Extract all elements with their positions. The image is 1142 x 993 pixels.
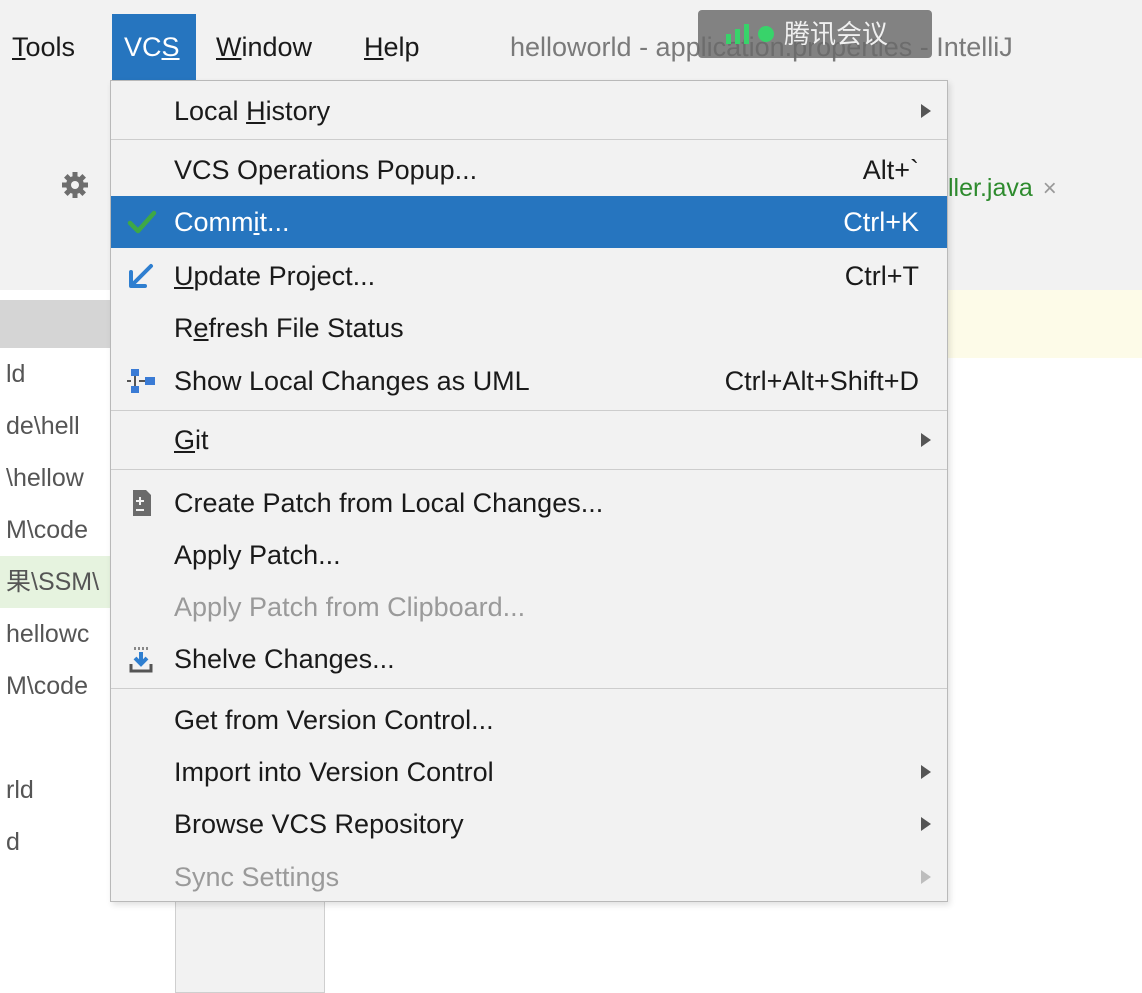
menu-item-shortcut: Ctrl+K — [843, 207, 919, 237]
menu-item-label: Commit... — [174, 196, 290, 248]
menu-item-show-local-changes-uml[interactable]: Show Local Changes as UML Ctrl+Alt+Shift… — [111, 355, 947, 407]
label-part: R — [174, 313, 194, 343]
submenu-arrow-icon — [921, 870, 931, 884]
menu-item-create-patch[interactable]: Create Patch from Local Changes... — [111, 477, 947, 529]
meeting-badge-label: 腾讯会议 — [784, 19, 889, 49]
label-mnemonic: H — [246, 96, 266, 126]
tree-row[interactable]: ld — [0, 348, 112, 400]
menu-item-sync-settings[interactable]: Sync Settings — [111, 851, 947, 903]
label-part: pdate Project... — [193, 261, 376, 291]
menu-bar: Tools VCS Window Help helloworld - appli… — [0, 0, 1142, 80]
menu-item-git[interactable]: Git — [111, 414, 947, 466]
menu-item-apply-patch-from-clipboard[interactable]: Apply Patch from Clipboard... — [111, 581, 947, 633]
menu-item-get-from-version-control[interactable]: Get from Version Control... — [111, 694, 947, 746]
tree-row[interactable]: M\code — [0, 660, 112, 712]
close-icon[interactable]: × — [1043, 175, 1057, 202]
menu-item-label: Sync Settings — [174, 862, 340, 892]
menu-separator — [111, 688, 947, 689]
tree-row[interactable]: d — [0, 816, 112, 868]
signal-bars-icon — [726, 24, 749, 44]
menu-item-local-history[interactable]: Local History — [111, 85, 947, 137]
gear-icon[interactable] — [60, 170, 90, 200]
menu-item-label: Local History — [174, 85, 330, 137]
menu-window-label-b: indow — [241, 32, 313, 62]
label-mnemonic: G — [174, 425, 196, 455]
menu-vcs-mnemonic: S — [161, 32, 180, 62]
update-arrow-icon — [125, 260, 159, 292]
label-mnemonic: U — [174, 261, 194, 291]
menu-help-label-b: elp — [383, 32, 420, 62]
menu-item-label: Git — [174, 414, 209, 466]
project-tree: ld de\hell \hellow M\code 果\SSM\ hellowc… — [0, 348, 112, 868]
shelve-icon — [125, 643, 159, 675]
menu-tools[interactable]: Tools — [0, 14, 87, 80]
editor-highlight-line — [948, 290, 1142, 358]
menu-item-label: Shelve Changes... — [174, 644, 395, 674]
project-panel-header — [0, 300, 112, 348]
menu-item-shortcut: Ctrl+T — [844, 261, 919, 291]
tool-window-panel — [175, 900, 325, 993]
menu-item-label: Browse VCS Repository — [174, 809, 464, 839]
editor-tab-label: ller.java — [948, 174, 1033, 202]
menu-item-label: Create Patch from Local Changes... — [174, 488, 604, 518]
menu-item-shelve-changes[interactable]: Shelve Changes... — [111, 633, 947, 685]
menu-item-label: Update Project... — [174, 250, 375, 302]
vcs-dropdown-menu: Local History VCS Operations Popup... Al… — [110, 80, 948, 902]
tree-row[interactable]: rld — [0, 764, 112, 816]
tree-row[interactable]: hellowc — [0, 608, 112, 660]
menu-item-label: VCS Operations Popup... — [174, 155, 478, 185]
menu-tools-mnemonic: T — [12, 32, 26, 62]
menu-separator — [111, 469, 947, 470]
menu-tools-label-b: ools — [25, 32, 76, 62]
menu-help[interactable]: Help — [352, 14, 432, 80]
tree-row[interactable] — [0, 712, 112, 764]
submenu-arrow-icon — [921, 433, 931, 447]
menu-item-refresh-file-status[interactable]: Refresh File Status — [111, 302, 947, 354]
menu-item-apply-patch[interactable]: Apply Patch... — [111, 529, 947, 581]
submenu-arrow-icon — [921, 765, 931, 779]
label-part: istory — [265, 96, 331, 126]
check-icon — [125, 206, 159, 238]
menu-item-label: Show Local Changes as UML — [174, 366, 530, 396]
menu-item-vcs-operations-popup[interactable]: VCS Operations Popup... Alt+` — [111, 144, 947, 196]
menu-separator — [111, 410, 947, 411]
menu-item-label: Refresh File Status — [174, 302, 404, 354]
menu-item-shortcut: Ctrl+Alt+Shift+D — [724, 366, 919, 396]
menu-item-label: Get from Version Control... — [174, 705, 494, 735]
menu-item-commit[interactable]: Commit... Ctrl+K — [111, 196, 947, 248]
label-part: it — [195, 425, 209, 455]
tree-row[interactable]: 果\SSM\ — [0, 556, 112, 608]
tree-row[interactable]: M\code — [0, 504, 112, 556]
menu-window[interactable]: Window — [204, 14, 324, 80]
meeting-badge[interactable]: 腾讯会议 — [698, 10, 932, 58]
menu-vcs[interactable]: VCS — [112, 14, 196, 80]
uml-diagram-icon — [125, 365, 159, 397]
editor-tab[interactable]: ller.java × — [948, 152, 1057, 224]
label-mnemonic: e — [193, 313, 209, 343]
menu-separator — [111, 139, 947, 140]
tree-row[interactable]: de\hell — [0, 400, 112, 452]
status-dot — [758, 26, 774, 42]
label-part: Comm — [174, 207, 254, 237]
menu-vcs-label-a: VC — [124, 32, 162, 62]
submenu-arrow-icon — [921, 104, 931, 118]
tree-row[interactable]: \hellow — [0, 452, 112, 504]
menu-item-import-into-version-control[interactable]: Import into Version Control — [111, 746, 947, 798]
label-part: Local — [174, 96, 247, 126]
menu-help-mnemonic: H — [364, 32, 384, 62]
menu-item-label: Apply Patch... — [174, 540, 341, 570]
menu-window-mnemonic: W — [216, 32, 242, 62]
menu-item-browse-vcs-repository[interactable]: Browse VCS Repository — [111, 798, 947, 850]
menu-item-label: Apply Patch from Clipboard... — [174, 592, 526, 622]
label-part: t... — [259, 207, 290, 237]
menu-item-shortcut: Alt+` — [862, 155, 919, 185]
label-part: fresh File Status — [208, 313, 404, 343]
submenu-arrow-icon — [921, 817, 931, 831]
menu-item-label: Import into Version Control — [174, 757, 494, 787]
menu-item-update-project[interactable]: Update Project... Ctrl+T — [111, 250, 947, 302]
patch-icon — [125, 487, 159, 519]
